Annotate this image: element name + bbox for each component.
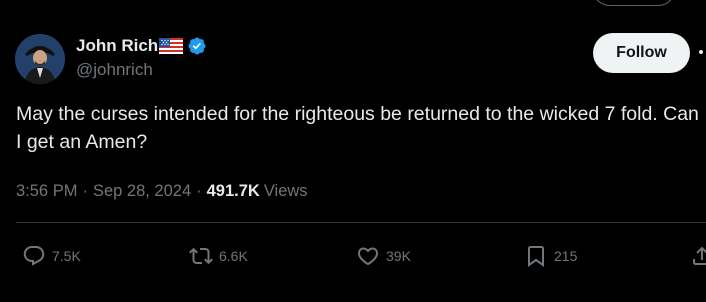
repost-count: 6.6K (219, 248, 248, 264)
tweet-date[interactable]: Sep 28, 2024 (93, 182, 191, 201)
heart-icon (357, 247, 379, 266)
action-bar: 7.5K 6.6K 39K 215 (0, 242, 706, 272)
reply-button[interactable]: 7.5K (22, 242, 81, 270)
views-label: Views (263, 182, 308, 200)
repost-button[interactable]: 6.6K (189, 242, 248, 270)
reply-icon (23, 246, 45, 266)
author-handle[interactable]: @johnrich (76, 60, 153, 80)
avatar[interactable] (15, 34, 65, 84)
author-display-name[interactable]: John Rich (76, 36, 158, 56)
views-count[interactable]: 491.7K (207, 182, 260, 201)
share-button[interactable] (690, 242, 706, 270)
like-button[interactable]: 39K (356, 242, 411, 270)
share-icon (693, 246, 706, 265)
divider (16, 222, 706, 223)
meta-separator: · (196, 182, 202, 200)
author-name-row[interactable]: John Rich (76, 35, 207, 57)
avatar-image (15, 34, 65, 84)
bookmark-icon (528, 246, 544, 267)
follow-button[interactable]: Follow (593, 33, 690, 73)
verified-badge-icon[interactable] (187, 36, 207, 56)
partial-button[interactable] (592, 0, 676, 6)
bookmark-button[interactable]: 215 (524, 242, 577, 270)
bookmark-count: 215 (554, 248, 578, 264)
tweet-meta: 3:56 PM · Sep 28, 2024 · 491.7K Views (16, 182, 308, 201)
us-flag-icon (159, 38, 184, 54)
meta-separator: · (82, 182, 88, 200)
repost-icon (189, 247, 213, 265)
reply-count: 7.5K (52, 248, 81, 264)
tweet-detail: John Rich @johnrich Follow May the curse… (0, 0, 706, 302)
more-options-icon[interactable] (699, 50, 706, 54)
tweet-time[interactable]: 3:56 PM (16, 182, 77, 201)
like-count: 39K (386, 248, 411, 264)
tweet-text: May the curses intended for the righteou… (16, 103, 699, 153)
